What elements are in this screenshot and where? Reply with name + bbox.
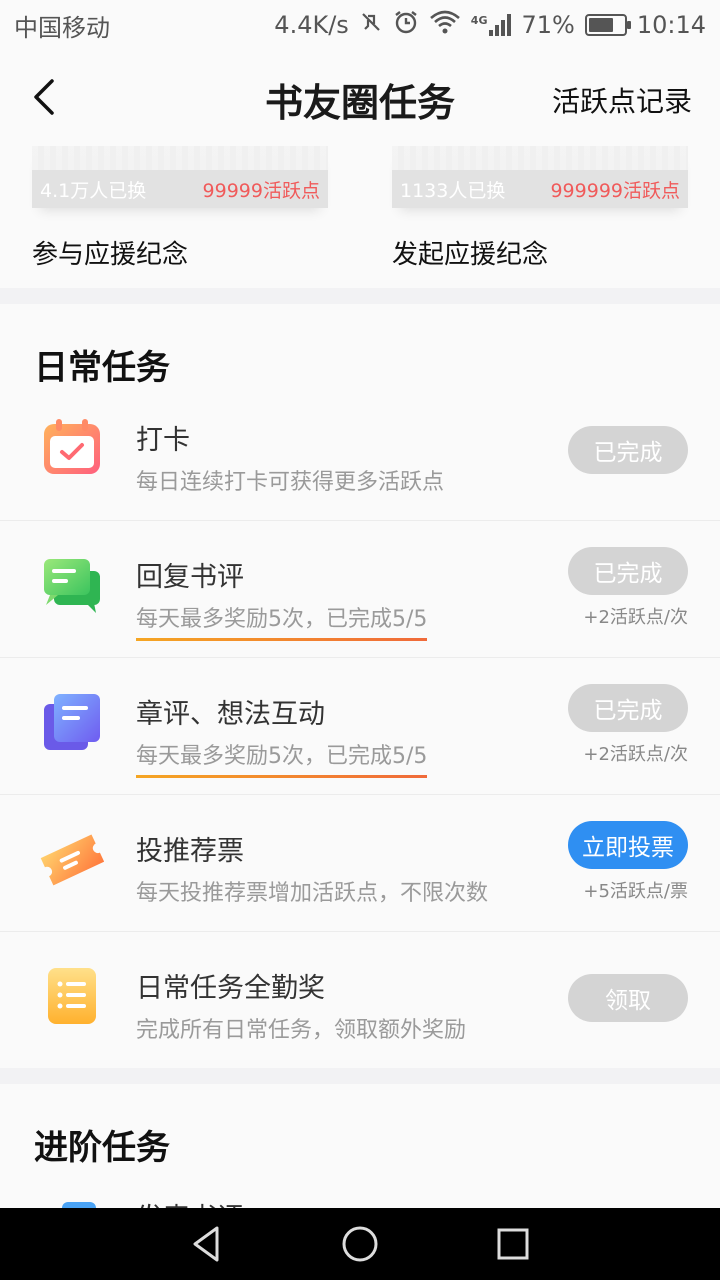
task-desc: 每天最多奖励5次，已完成5/5: [136, 601, 428, 641]
souvenir-price: 99999活跃点: [202, 179, 320, 202]
activity-record-link[interactable]: 活跃点记录: [552, 80, 692, 120]
souvenir-label: 发起应援纪念: [392, 240, 549, 270]
task-bonus: +2活跃点/次: [583, 607, 688, 628]
battery-icon: [584, 14, 631, 36]
list-icon: [48, 968, 96, 1024]
wifi-icon: [429, 10, 461, 40]
task-bonus: +5活跃点/票: [583, 881, 688, 902]
souvenir-label: 参与应援纪念: [32, 240, 189, 270]
network-speed: 4.4K/s: [274, 11, 349, 39]
souvenir-price: 999999活跃点: [550, 179, 680, 202]
vote-now-button[interactable]: 立即投票: [568, 821, 688, 869]
souvenir-redeem-count: 1133人已换: [400, 179, 506, 202]
signal-icon: [489, 14, 512, 36]
clock: 10:14: [636, 11, 706, 39]
status-bar: 中国移动 4.4K/s 4G 71% 10:14: [0, 0, 720, 50]
souvenir-section: 4.1万人已换 99999活跃点 参与应援纪念 1133人已换 999999活跃…: [0, 146, 720, 288]
task-status-button[interactable]: 已完成: [568, 547, 688, 595]
task-row-checkin: 打卡 每日连续打卡可获得更多活跃点 已完成: [0, 384, 720, 521]
claim-button[interactable]: 领取: [568, 974, 688, 1022]
task-title: 投推荐票: [136, 836, 244, 867]
task-title: 章评、想法互动: [136, 699, 325, 730]
task-row-full-attendance: 日常任务全勤奖 完成所有日常任务，领取额外奖励 领取: [0, 932, 720, 1069]
souvenir-redeem-count: 4.1万人已换: [40, 179, 147, 202]
nav-home-icon[interactable]: [340, 1224, 380, 1264]
alarm-icon: [393, 9, 419, 41]
network-type: 4G: [470, 14, 488, 27]
task-desc: 每日连续打卡可获得更多活跃点: [136, 470, 445, 495]
ticket-icon: [40, 834, 104, 886]
souvenir-image: 1133人已换 999999活跃点: [392, 146, 688, 208]
task-title: 日常任务全勤奖: [136, 973, 325, 1004]
task-desc: 每天投推荐票增加活跃点，不限次数: [136, 881, 489, 906]
back-button[interactable]: [22, 72, 66, 122]
task-status-button[interactable]: 已完成: [568, 684, 688, 732]
task-title: 回复书评: [136, 562, 244, 593]
carrier-name: 中国移动: [14, 13, 110, 42]
daily-task-section: 日常任务 打卡 每日连续打卡可获得更多活跃点 已完成 回复书评 每天最多奖励5次…: [0, 304, 720, 1068]
header: 书友圈任务 活跃点记录: [0, 50, 720, 146]
task-row-reply-review: 回复书评 每天最多奖励5次，已完成5/5 已完成 +2活跃点/次: [0, 521, 720, 658]
task-title: 发表书评: [136, 1196, 244, 1208]
souvenir-card-join[interactable]: 4.1万人已换 99999活跃点 参与应援纪念: [32, 146, 328, 271]
advanced-task-section: 进阶任务 发表书评: [0, 1084, 720, 1208]
task-status-button[interactable]: 已完成: [568, 426, 688, 474]
chat-bubble-icon: [44, 559, 100, 613]
nav-back-icon[interactable]: [187, 1224, 227, 1264]
system-nav-bar: [0, 1208, 720, 1280]
mute-icon: [359, 10, 383, 40]
chevron-left-icon: [34, 79, 54, 115]
task-bonus: +2活跃点/次: [583, 744, 688, 765]
section-title-advanced: 进阶任务: [34, 1128, 170, 1168]
task-row-chapter-comment: 章评、想法互动 每天最多奖励5次，已完成5/5 已完成 +2活跃点/次: [0, 658, 720, 795]
notes-icon: [44, 694, 100, 750]
task-desc: 每天最多奖励5次，已完成5/5: [136, 738, 428, 778]
section-title-daily: 日常任务: [34, 348, 170, 388]
task-row-recommend-vote: 投推荐票 每天投推荐票增加活跃点，不限次数 立即投票 +5活跃点/票: [0, 795, 720, 932]
calendar-check-icon: [44, 419, 100, 474]
souvenir-image: 4.1万人已换 99999活跃点: [32, 146, 328, 208]
battery-percent: 71%: [521, 11, 575, 39]
task-title: 打卡: [136, 425, 190, 456]
souvenir-card-start[interactable]: 1133人已换 999999活跃点 发起应援纪念: [392, 146, 688, 271]
task-desc: 完成所有日常任务，领取额外奖励: [136, 1018, 467, 1043]
nav-recents-icon[interactable]: [493, 1224, 533, 1264]
